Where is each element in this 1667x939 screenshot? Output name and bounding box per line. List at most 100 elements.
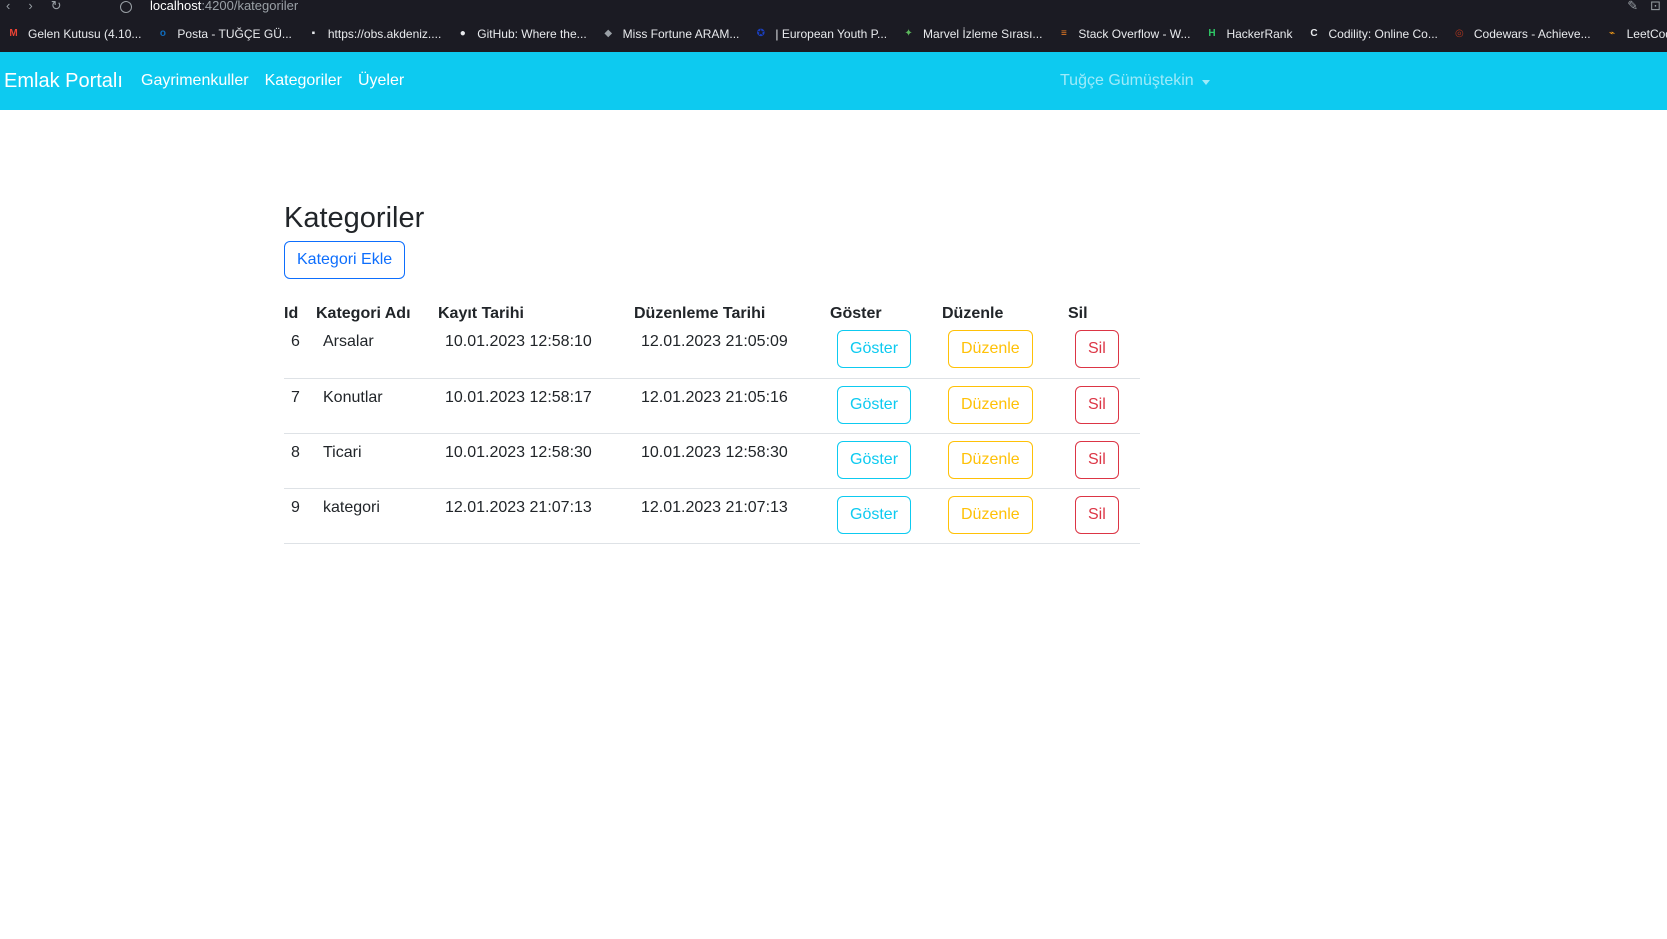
show-button[interactable]: Göster xyxy=(837,385,912,424)
bookmark-item[interactable]: H HackerRank xyxy=(1204,26,1292,41)
bookmark-item[interactable]: ◆ Miss Fortune ARAM... xyxy=(601,26,739,41)
bookmark-item[interactable]: M Gelen Kutusu (4.10... xyxy=(6,26,141,41)
bookmark-label: Codewars - Achieve... xyxy=(1473,26,1591,41)
row-id: 7 xyxy=(291,388,300,406)
bookmark-item[interactable]: ⌁ LeetCode - The Wo... xyxy=(1605,26,1667,41)
reload-icon[interactable]: ↻ xyxy=(51,0,62,12)
nav-link-gayrimenkuller[interactable]: Gayrimenkuller xyxy=(141,72,249,90)
edit-button[interactable]: Düzenle xyxy=(948,495,1033,534)
bookmark-item[interactable]: ✦ Marvel İzleme Sırası... xyxy=(901,26,1042,41)
outlook-icon: o xyxy=(159,28,166,39)
show-button[interactable]: Göster xyxy=(837,440,912,479)
nav-links: Gayrimenkuller Kategoriler Üyeler xyxy=(141,72,404,90)
caret-down-icon xyxy=(1201,79,1210,85)
nav-link-uyeler[interactable]: Üyeler xyxy=(358,72,404,90)
edit-button-cell: Düzenle xyxy=(942,488,1068,544)
brand-link[interactable]: Emlak Portalı xyxy=(4,70,123,93)
edit-button-cell: Düzenle xyxy=(942,433,1068,489)
game-icon: ◆ xyxy=(604,28,613,39)
delete-button[interactable]: Sil xyxy=(1075,385,1119,424)
row-category-name: Arsalar xyxy=(323,333,374,350)
show-button-wrapper: Göster xyxy=(830,379,942,424)
show-button-cell: Göster xyxy=(830,488,942,544)
codewars-icon: ◎ xyxy=(1455,28,1464,39)
table-row: 6 Arsalar 10.01.2023 12:58:10 12.01.2023 21… xyxy=(284,323,1140,379)
address-bar[interactable]: localhost:4200/kategoriler xyxy=(120,0,298,13)
row-id: 8 xyxy=(291,443,300,461)
browser-nav-controls: ‹ › ↻ xyxy=(6,0,62,12)
row-created-date-cell: 10.01.2023 12:58:10 xyxy=(438,323,634,379)
back-icon[interactable]: ‹ xyxy=(6,0,10,12)
delete-button[interactable]: Sil xyxy=(1075,495,1119,534)
gmail-icon: M xyxy=(9,28,18,39)
show-button[interactable]: Göster xyxy=(837,495,912,534)
row-id-cell: 8 xyxy=(284,433,316,489)
delete-button-wrapper: Sil xyxy=(1068,434,1140,479)
delete-button-wrapper: Sil xyxy=(1068,323,1140,368)
bookmark-label: | European Youth P... xyxy=(775,26,888,41)
show-button[interactable]: Göster xyxy=(837,330,912,368)
bookmark-item[interactable]: ● GitHub: Where the... xyxy=(455,26,587,41)
marvel-icon: ✦ xyxy=(904,28,913,39)
bookmark-item[interactable]: ≡ Stack Overflow - W... xyxy=(1056,26,1190,41)
page-title: Kategoriler xyxy=(284,202,425,234)
row-id-cell: 6 xyxy=(284,323,316,379)
bookmark-label: Codility: Online Co... xyxy=(1328,26,1438,41)
bookmark-item[interactable]: C Codility: Online Co... xyxy=(1306,26,1438,41)
row-updated-date-cell: 10.01.2023 12:58:30 xyxy=(634,433,830,489)
column-header-show: Göster xyxy=(830,305,882,322)
browser-actions: ✎ ⊡ xyxy=(1627,0,1661,14)
column-header-edit: Düzenle xyxy=(942,305,1004,322)
show-button-wrapper: Göster xyxy=(830,323,942,368)
table-row: 8 Ticari 10.01.2023 12:58:30 10.01.2023 12:… xyxy=(284,433,1140,489)
row-updated-date-cell: 12.01.2023 21:05:09 xyxy=(634,323,830,379)
bookmark-item[interactable]: ◎ Codewars - Achieve... xyxy=(1452,26,1591,41)
row-created-date: 10.01.2023 12:58:17 xyxy=(445,388,592,406)
edit-button-wrapper: Düzenle xyxy=(942,434,1068,479)
edit-button-cell: Düzenle xyxy=(942,323,1068,379)
bookmark-label: GitHub: Where the... xyxy=(477,26,587,41)
edit-button[interactable]: Düzenle xyxy=(948,385,1033,424)
table-body: 6 Arsalar 10.01.2023 12:58:10 12.01.2023 21… xyxy=(284,323,1140,544)
edit-button[interactable]: Düzenle xyxy=(948,330,1033,368)
stackoverflow-icon: ≡ xyxy=(1061,28,1067,39)
column-header-delete: Sil xyxy=(1068,305,1088,322)
user-dropdown[interactable]: Tuğçe Gümüştekin xyxy=(1060,72,1210,90)
bookmark-item[interactable]: o Posta - TUĞÇE GÜ... xyxy=(155,26,292,41)
edit-button-wrapper: Düzenle xyxy=(942,379,1068,424)
hackerrank-icon: H xyxy=(1208,28,1216,39)
row-created-date: 10.01.2023 12:58:10 xyxy=(445,333,592,350)
row-updated-date-cell: 12.01.2023 21:05:16 xyxy=(634,378,830,434)
user-name: Tuğçe Gümüştekin xyxy=(1060,72,1194,89)
bookmark-label: https://obs.akdeniz.... xyxy=(327,26,442,41)
bookmark-label: Gelen Kutusu (4.10... xyxy=(28,26,142,41)
edit-button[interactable]: Düzenle xyxy=(948,440,1033,479)
site-info-icon[interactable] xyxy=(120,0,132,13)
column-header-created: Kayıt Tarihi xyxy=(438,305,524,322)
table-row: 9 kategori 12.01.2023 21:07:13 12.01.2023 2… xyxy=(284,488,1140,544)
bookmark-item[interactable]: ✪ | European Youth P... xyxy=(753,26,887,41)
delete-button-cell: Sil xyxy=(1068,488,1140,544)
row-category-name-cell: Arsalar xyxy=(316,323,438,379)
row-updated-date: 10.01.2023 12:58:30 xyxy=(641,443,788,461)
edit-icon[interactable]: ✎ xyxy=(1627,0,1638,14)
nav-link-kategoriler[interactable]: Kategoriler xyxy=(265,72,342,90)
add-category-button[interactable]: Kategori Ekle xyxy=(284,241,406,279)
row-created-date: 12.01.2023 21:07:13 xyxy=(445,498,592,516)
bookmark-label: Marvel İzleme Sırası... xyxy=(923,26,1043,41)
delete-button[interactable]: Sil xyxy=(1075,440,1119,479)
categories-table: Id Kategori Adı Kayıt Tarihi Düzenleme T… xyxy=(284,299,1140,544)
delete-button[interactable]: Sil xyxy=(1075,330,1119,368)
row-category-name-cell: Ticari xyxy=(316,433,438,489)
show-button-wrapper: Göster xyxy=(830,434,942,479)
screenshot-icon[interactable]: ⊡ xyxy=(1650,0,1661,14)
forward-icon[interactable]: › xyxy=(28,0,32,12)
browser-toolbar: ‹ › ↻ localhost:4200/kategoriler ✎ ⊡ xyxy=(0,0,1667,15)
row-created-date: 10.01.2023 12:58:30 xyxy=(445,443,592,461)
bookmark-item[interactable]: ▪ https://obs.akdeniz.... xyxy=(306,26,442,41)
github-icon: ● xyxy=(459,28,466,39)
show-button-wrapper: Göster xyxy=(830,489,942,534)
delete-button-cell: Sil xyxy=(1068,378,1140,434)
bookmark-label: LeetCode - The Wo... xyxy=(1626,26,1667,41)
show-button-cell: Göster xyxy=(830,323,942,379)
